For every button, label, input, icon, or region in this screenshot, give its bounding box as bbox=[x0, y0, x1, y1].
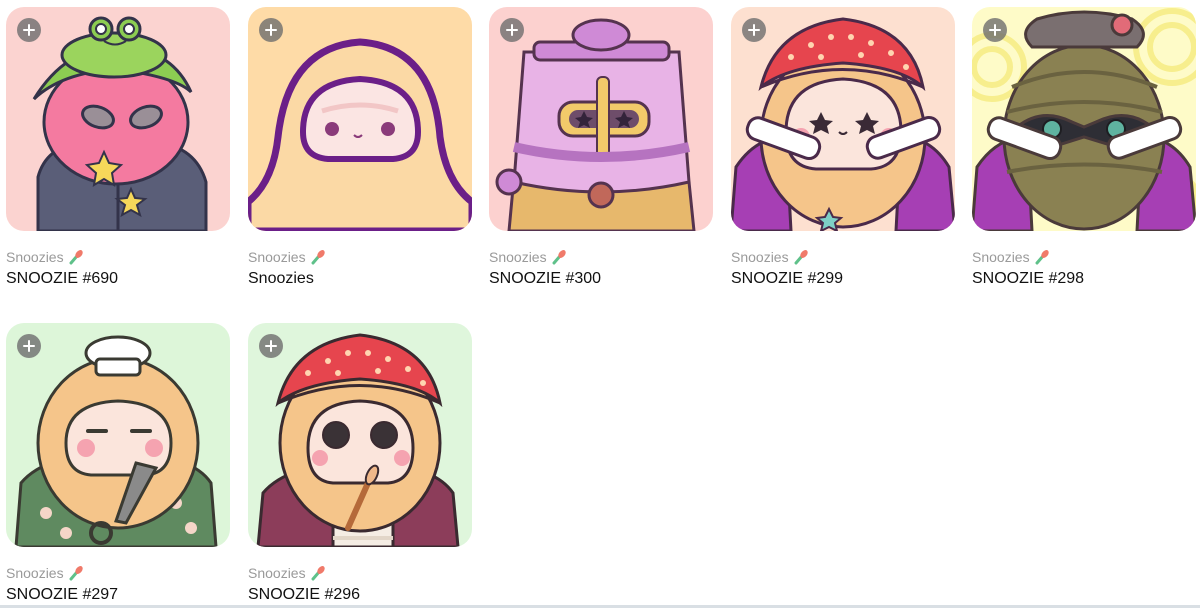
snoozie-art-image bbox=[972, 8, 1196, 231]
add-plus-icon[interactable] bbox=[500, 18, 524, 42]
collection-link[interactable]: Snoozies bbox=[972, 248, 1196, 266]
snoozie-art-image bbox=[14, 335, 218, 547]
nft-thumbnail[interactable] bbox=[6, 323, 230, 547]
collection-name: Snoozies bbox=[6, 565, 64, 581]
nft-thumbnail[interactable] bbox=[972, 7, 1196, 231]
collection-name: Snoozies bbox=[731, 249, 789, 265]
nft-card[interactable]: Snoozies Snoozies bbox=[248, 7, 472, 288]
paintbrush-icon bbox=[311, 566, 325, 581]
paintbrush-icon bbox=[311, 250, 325, 265]
nft-name[interactable]: SNOOZIE #690 bbox=[6, 270, 230, 288]
snoozie-art-image bbox=[495, 18, 696, 231]
nft-name[interactable]: SNOOZIE #300 bbox=[489, 270, 713, 288]
snoozie-art-image bbox=[256, 333, 460, 547]
paintbrush-icon bbox=[69, 566, 83, 581]
collection-name: Snoozies bbox=[489, 249, 547, 265]
add-plus-icon[interactable] bbox=[742, 18, 766, 42]
nft-name[interactable]: SNOOZIE #299 bbox=[731, 270, 955, 288]
collection-name: Snoozies bbox=[972, 249, 1030, 265]
collection-name: Snoozies bbox=[6, 249, 64, 265]
nft-card[interactable]: Snoozies SNOOZIE #298 bbox=[972, 7, 1196, 288]
collection-name: Snoozies bbox=[248, 249, 306, 265]
nft-card[interactable]: Snoozies SNOOZIE #690 bbox=[6, 7, 230, 288]
add-plus-icon[interactable] bbox=[259, 18, 283, 42]
collection-link[interactable]: Snoozies bbox=[248, 248, 472, 266]
nft-thumbnail[interactable] bbox=[248, 7, 472, 231]
collection-name: Snoozies bbox=[248, 565, 306, 581]
nft-name[interactable]: SNOOZIE #297 bbox=[6, 586, 230, 604]
collection-link[interactable]: Snoozies bbox=[731, 248, 955, 266]
snoozie-art-image bbox=[248, 38, 472, 231]
snoozie-art-image bbox=[32, 16, 208, 231]
paintbrush-icon bbox=[1035, 250, 1049, 265]
nft-grid: Snoozies SNOOZIE #690 Snoozies Snoozies bbox=[6, 7, 1200, 607]
nft-thumbnail[interactable] bbox=[489, 7, 713, 231]
paintbrush-icon bbox=[794, 250, 808, 265]
nft-name[interactable]: SNOOZIE #298 bbox=[972, 270, 1196, 288]
nft-card[interactable]: Snoozies SNOOZIE #296 bbox=[248, 323, 472, 604]
add-plus-icon[interactable] bbox=[983, 18, 1007, 42]
nft-thumbnail[interactable] bbox=[731, 7, 955, 231]
nft-thumbnail[interactable] bbox=[248, 323, 472, 547]
nft-name[interactable]: SNOOZIE #296 bbox=[248, 586, 472, 604]
snoozie-art-image bbox=[731, 17, 955, 231]
nft-card[interactable]: Snoozies SNOOZIE #300 bbox=[489, 7, 713, 288]
collection-link[interactable]: Snoozies bbox=[6, 564, 230, 582]
paintbrush-icon bbox=[552, 250, 566, 265]
nft-name[interactable]: Snoozies bbox=[248, 270, 472, 288]
paintbrush-icon bbox=[69, 250, 83, 265]
collection-link[interactable]: Snoozies bbox=[6, 248, 230, 266]
collection-link[interactable]: Snoozies bbox=[248, 564, 472, 582]
add-plus-icon[interactable] bbox=[259, 334, 283, 358]
nft-card[interactable]: Snoozies SNOOZIE #297 bbox=[6, 323, 230, 604]
add-plus-icon[interactable] bbox=[17, 334, 41, 358]
collection-link[interactable]: Snoozies bbox=[489, 248, 713, 266]
nft-card[interactable]: Snoozies SNOOZIE #299 bbox=[731, 7, 955, 288]
add-plus-icon[interactable] bbox=[17, 18, 41, 42]
nft-thumbnail[interactable] bbox=[6, 7, 230, 231]
